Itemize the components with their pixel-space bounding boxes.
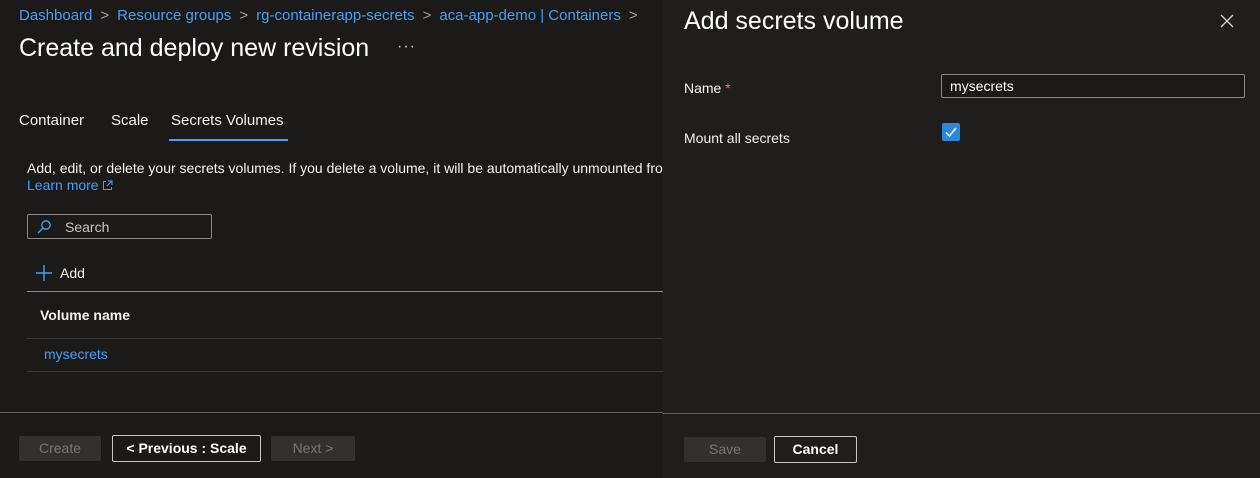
name-field-value: mysecrets: [950, 78, 1014, 94]
breadcrumb-resource-groups[interactable]: Resource groups: [117, 7, 231, 24]
name-field[interactable]: mysecrets: [941, 74, 1245, 98]
revision-blade: Dashboard > Resource groups > rg-containerap…: [0, 0, 663, 478]
next-button[interactable]: Next >: [271, 436, 355, 461]
chevron-right-icon: >: [422, 7, 432, 24]
breadcrumb: Dashboard > Resource groups > rg-containerap…: [19, 7, 646, 24]
add-volume-label: Add: [60, 265, 85, 281]
save-button[interactable]: Save: [684, 437, 766, 462]
search-input[interactable]: Search: [27, 214, 212, 239]
previous-button[interactable]: < Previous : Scale: [112, 435, 261, 462]
footer-divider: [0, 412, 663, 413]
chevron-right-icon: >: [628, 7, 638, 24]
checkmark-icon: [945, 127, 957, 138]
breadcrumb-dashboard[interactable]: Dashboard: [19, 7, 92, 24]
learn-more-label: Learn more: [27, 177, 99, 193]
table-divider: [27, 371, 663, 372]
page-title: Create and deploy new revision: [19, 34, 370, 62]
search-placeholder: Search: [65, 219, 110, 235]
tab-container[interactable]: Container: [19, 112, 84, 129]
name-label-text: Name: [684, 80, 722, 96]
tab-secrets-volumes[interactable]: Secrets Volumes: [169, 112, 288, 141]
create-button[interactable]: Create: [19, 436, 101, 461]
panel-title: Add secrets volume: [684, 7, 904, 35]
required-indicator: *: [725, 80, 731, 96]
chevron-right-icon: >: [239, 7, 249, 24]
more-icon[interactable]: ···: [397, 38, 416, 56]
chevron-right-icon: >: [100, 7, 110, 24]
learn-more-link[interactable]: Learn more: [27, 177, 113, 193]
table-divider: [27, 291, 663, 292]
description-text: Add, edit, or delete your secrets volume…: [27, 160, 663, 176]
add-secrets-volume-panel: Add secrets volume Name * mysecrets Moun…: [663, 0, 1260, 478]
breadcrumb-resource-group[interactable]: rg-containerapp-secrets: [256, 7, 414, 24]
column-header-volume-name[interactable]: Volume name: [40, 307, 130, 323]
table-row-mysecrets[interactable]: mysecrets: [44, 346, 108, 362]
footer-divider: [663, 413, 1260, 414]
breadcrumb-containers[interactable]: aca-app-demo | Containers: [439, 7, 621, 24]
tab-scale[interactable]: Scale: [111, 112, 149, 129]
search-icon: [37, 220, 51, 234]
name-label: Name *: [684, 80, 731, 96]
external-link-icon: [102, 180, 113, 190]
mount-all-secrets-label: Mount all secrets: [684, 130, 790, 146]
close-icon[interactable]: [1220, 14, 1234, 28]
mount-all-secrets-checkbox[interactable]: [942, 123, 960, 141]
cancel-button[interactable]: Cancel: [774, 436, 857, 463]
table-divider: [27, 338, 663, 339]
plus-icon: [36, 265, 52, 281]
